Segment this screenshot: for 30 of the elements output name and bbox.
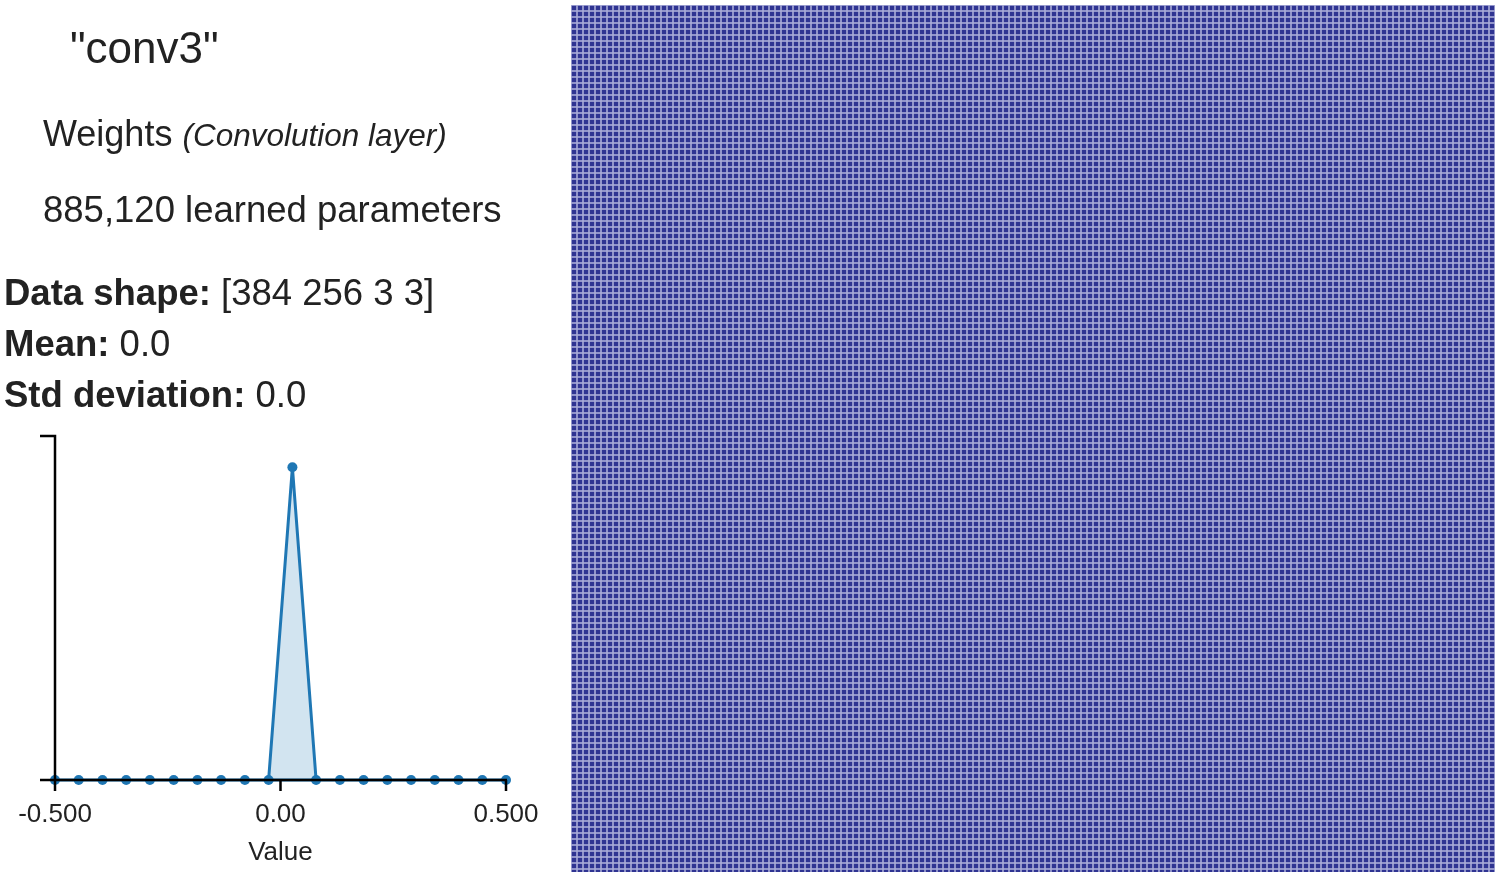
stat-text: Std deviation: 0.0 [4,377,307,414]
data-point [334,775,345,785]
data-point [144,775,155,785]
stat-text: Mean: 0.0 [4,326,171,363]
data-point [216,775,227,785]
x-tick-label: 0.00 [255,798,306,828]
data-point [382,775,393,785]
layer-description: Weights (Convolution layer) [43,116,447,152]
x-tick-label: 0.500 [473,798,539,828]
x-tick-label: -0.500 [18,798,92,828]
data-point [477,775,488,785]
data-point [287,462,298,473]
stat-text: Data shape: [384 256 3 3] [4,275,435,312]
data-point [429,775,440,785]
data-point [192,775,203,785]
data-point [311,775,322,785]
data-point [358,775,369,785]
layer-title: "conv3" [70,26,219,70]
data-point [97,775,108,785]
data-point [501,775,511,785]
data-point [263,775,274,785]
data-point [50,775,60,785]
data-point [121,775,132,785]
data-point [73,775,84,785]
parameter-count: 885,120 learned parameters [43,191,502,229]
data-point [453,775,464,785]
x-axis-title: Value [248,836,313,866]
data-point [168,775,179,785]
data-point [406,775,417,785]
data-point [239,775,250,785]
